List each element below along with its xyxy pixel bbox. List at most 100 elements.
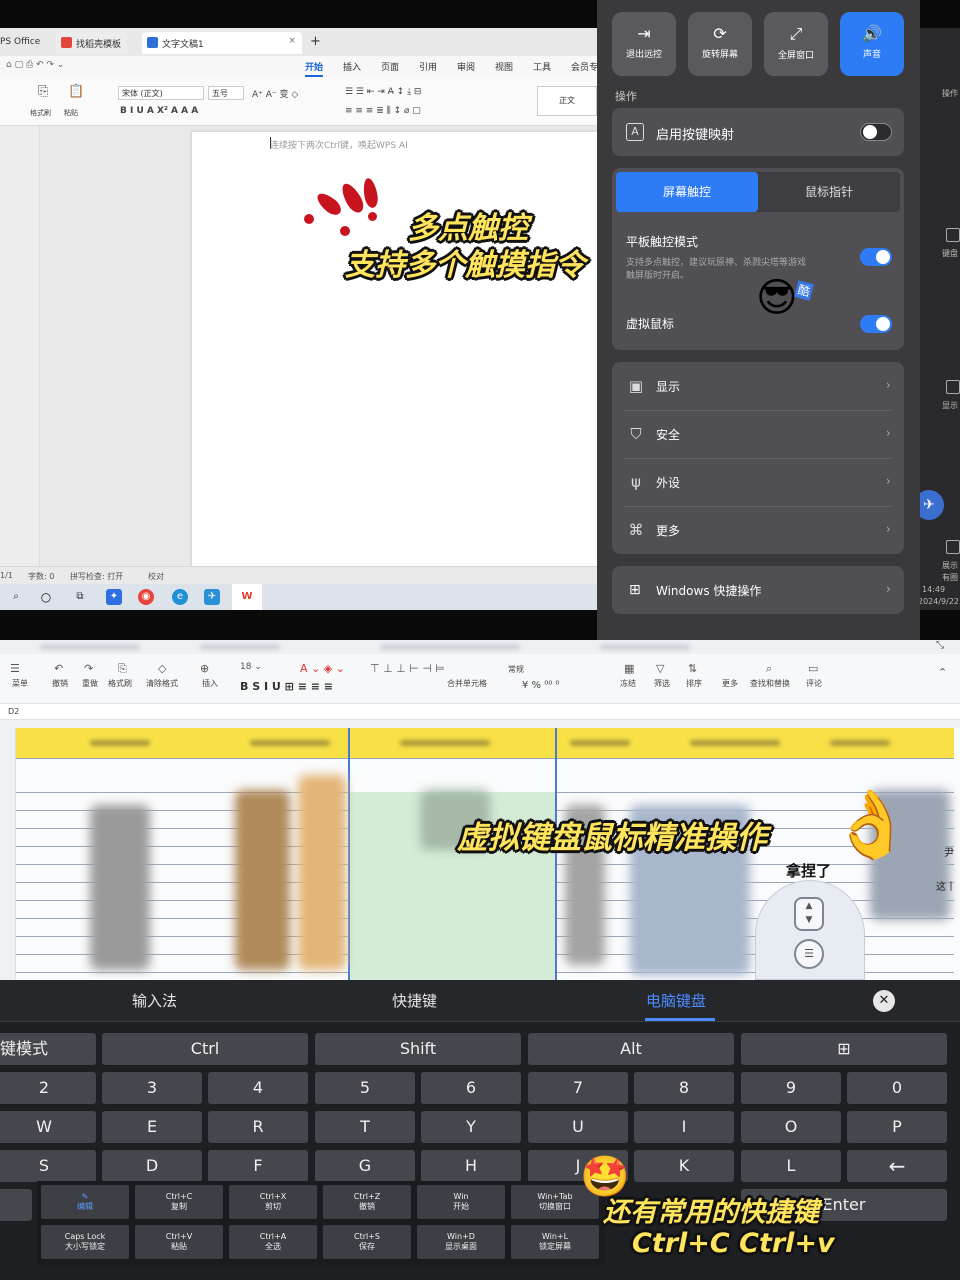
font-size-select[interactable]: 五号 — [208, 86, 244, 100]
menu-member[interactable]: 会员专 — [571, 60, 598, 73]
key-alt[interactable]: Alt — [528, 1033, 734, 1065]
filter-icon[interactable]: ▽ — [656, 662, 664, 675]
key-p[interactable]: P — [847, 1111, 947, 1143]
sheet-redo[interactable]: 重做 — [82, 678, 98, 689]
sheet-merge-cells[interactable]: 合并单元格 — [447, 678, 487, 689]
chrome-icon[interactable]: ◉ — [138, 589, 154, 605]
cortana-icon[interactable]: ○ — [38, 589, 54, 605]
key-9[interactable]: 9 — [741, 1072, 841, 1104]
tab-wps-office[interactable]: PS Office — [0, 32, 46, 54]
key-3[interactable]: 3 — [102, 1072, 202, 1104]
status-spellcheck[interactable]: 拼写检查: 打开 — [70, 571, 123, 582]
quick-access-icons[interactable]: ⌂ ▢ ⎙ ↶ ↷ ⌄ — [6, 60, 64, 70]
menu-page[interactable]: 页面 — [381, 60, 399, 73]
edge-icon[interactable]: e — [172, 589, 188, 605]
sheet-undo[interactable]: 撤销 — [52, 678, 68, 689]
menu-icon[interactable]: ☰ — [10, 662, 20, 675]
shortcut-edit[interactable]: ✎ 编辑 — [41, 1185, 129, 1219]
shortcut-copy[interactable]: Ctrl+C 复制 — [135, 1185, 223, 1219]
sheet-comment[interactable]: 评论 — [806, 678, 822, 689]
shortcut-undo[interactable]: Ctrl+Z 撤销 — [323, 1185, 411, 1219]
shortcut-select-all[interactable]: Ctrl+A 全选 — [229, 1225, 317, 1259]
mouse-scroll-wheel[interactable]: ▲ ▼ — [794, 897, 824, 931]
sheet-filter[interactable]: 筛选 — [654, 678, 670, 689]
sheet-clear-format[interactable]: 清除格式 — [146, 678, 178, 689]
key-i[interactable]: I — [634, 1111, 734, 1143]
key-partial[interactable] — [0, 1189, 32, 1221]
sheet-format-brush[interactable]: 格式刷 — [108, 678, 132, 689]
formula-bar[interactable]: D2 — [0, 704, 960, 720]
font-size-tools[interactable]: A⁺ A⁻ 变 ◇ — [252, 87, 298, 100]
font-size-box[interactable]: 18 ⌄ — [240, 662, 262, 672]
key-y[interactable]: Y — [421, 1111, 521, 1143]
key-d[interactable]: D — [102, 1150, 202, 1182]
shortcut-win-start[interactable]: Win 开始 — [417, 1185, 505, 1219]
align-buttons[interactable]: ≡ ≡ ≡ ≣ ⫼ ↕ ⌀ ▢ — [345, 106, 421, 116]
tab-pc-keyboard[interactable]: 电脑键盘 — [646, 990, 706, 1011]
sort-icon[interactable]: ⇅ — [688, 662, 697, 675]
key-l[interactable]: L — [741, 1150, 841, 1182]
style-normal-button[interactable]: 正文 — [537, 86, 597, 116]
collapse-icon[interactable]: ⤡ — [936, 640, 944, 651]
search-icon[interactable]: ⌕ — [8, 589, 24, 605]
sheet-insert[interactable]: 插入 — [202, 678, 218, 689]
chevron-up-icon[interactable]: ⌃ — [938, 666, 947, 679]
tablet-mode-toggle[interactable] — [860, 248, 892, 266]
document-page[interactable]: 连续按下两次Ctrl键，唤起WPS AI — [192, 132, 612, 566]
redo-icon[interactable]: ↷ — [84, 662, 93, 675]
font-color-icon[interactable]: A ⌄ ◈ ⌄ — [300, 662, 345, 675]
key-g[interactable]: G — [315, 1150, 415, 1182]
sheet-find-replace[interactable]: 查找和替换 — [750, 678, 790, 689]
key-e[interactable]: E — [102, 1111, 202, 1143]
key-6[interactable]: 6 — [421, 1072, 521, 1104]
key-k[interactable]: K — [634, 1150, 734, 1182]
key-t[interactable]: T — [315, 1111, 415, 1143]
sheet-freeze[interactable]: 冻结 — [620, 678, 636, 689]
comment-icon[interactable]: ▭ — [808, 662, 818, 675]
font-style-buttons[interactable]: B I U A X² A A A — [120, 106, 198, 116]
sound-button[interactable]: 🔊 声音 — [840, 12, 904, 76]
new-tab-button[interactable]: + — [306, 32, 327, 54]
key-4[interactable]: 4 — [208, 1072, 308, 1104]
shortcut-caps-lock[interactable]: Caps Lock 大小写锁定 — [41, 1225, 129, 1259]
menu-references[interactable]: 引用 — [419, 60, 437, 73]
key-windows[interactable]: ⊞ — [741, 1033, 947, 1065]
edge-keyboard-icon[interactable] — [946, 228, 960, 242]
close-keyboard-button[interactable]: ✕ — [873, 990, 895, 1012]
paste-icon[interactable]: 📋 — [68, 84, 84, 99]
exit-remote-button[interactable]: ⇥ 退出远控 — [612, 12, 676, 76]
find-replace-icon[interactable]: ⌕ — [766, 662, 772, 676]
eraser-icon[interactable]: ◇ — [158, 662, 166, 675]
key-mapping-toggle[interactable] — [860, 123, 892, 141]
shortcut-cut[interactable]: Ctrl+X 剪切 — [229, 1185, 317, 1219]
font-select[interactable]: 宋体 (正文) — [118, 86, 204, 100]
tab-mouse-pointer[interactable]: 鼠标指针 — [758, 172, 900, 212]
close-tab-icon[interactable]: × — [288, 36, 296, 46]
shortcut-paste[interactable]: Ctrl+V 粘贴 — [135, 1225, 223, 1259]
format-brush-icon[interactable]: ⎘ — [118, 662, 127, 676]
key-f[interactable]: F — [208, 1150, 308, 1182]
key-0[interactable]: 0 — [847, 1072, 947, 1104]
virtual-mouse-toggle[interactable] — [860, 315, 892, 333]
key-2[interactable]: 2 — [0, 1072, 96, 1104]
status-proofread[interactable]: 校对 — [148, 571, 164, 582]
menu-insert[interactable]: 插入 — [343, 60, 361, 73]
rotate-screen-button[interactable]: ⟳ 旋转屏幕 — [688, 12, 752, 76]
number-format-select[interactable]: 常规 — [508, 664, 524, 675]
edge-show-icon[interactable] — [946, 540, 960, 554]
key-backspace[interactable]: ← — [847, 1150, 947, 1182]
key-h[interactable]: H — [421, 1150, 521, 1182]
key-8[interactable]: 8 — [634, 1072, 734, 1104]
app-icon[interactable]: ✈ — [204, 589, 220, 605]
sheet-more[interactable]: 更多 — [722, 678, 738, 689]
align-icons[interactable]: ⊤ ⊥ ⊥ ⊢ ⊣ ⊨ — [370, 662, 445, 675]
tab-document[interactable]: 文字文稿1 × — [142, 32, 302, 54]
font-style-buttons[interactable]: B S I U ⊞ ≡ ≡ ≡ — [240, 680, 333, 693]
remote-app-icon[interactable]: ✦ — [106, 589, 122, 605]
mouse-menu-button[interactable]: ☰ — [794, 939, 824, 969]
shortcut-show-desktop[interactable]: Win+D 显示桌面 — [417, 1225, 505, 1259]
windows-shortcuts-row[interactable]: ⊞ Windows 快捷操作 › — [612, 566, 904, 614]
key-5[interactable]: 5 — [315, 1072, 415, 1104]
sheet-sort[interactable]: 排序 — [686, 678, 702, 689]
edge-display-icon[interactable] — [946, 380, 960, 394]
